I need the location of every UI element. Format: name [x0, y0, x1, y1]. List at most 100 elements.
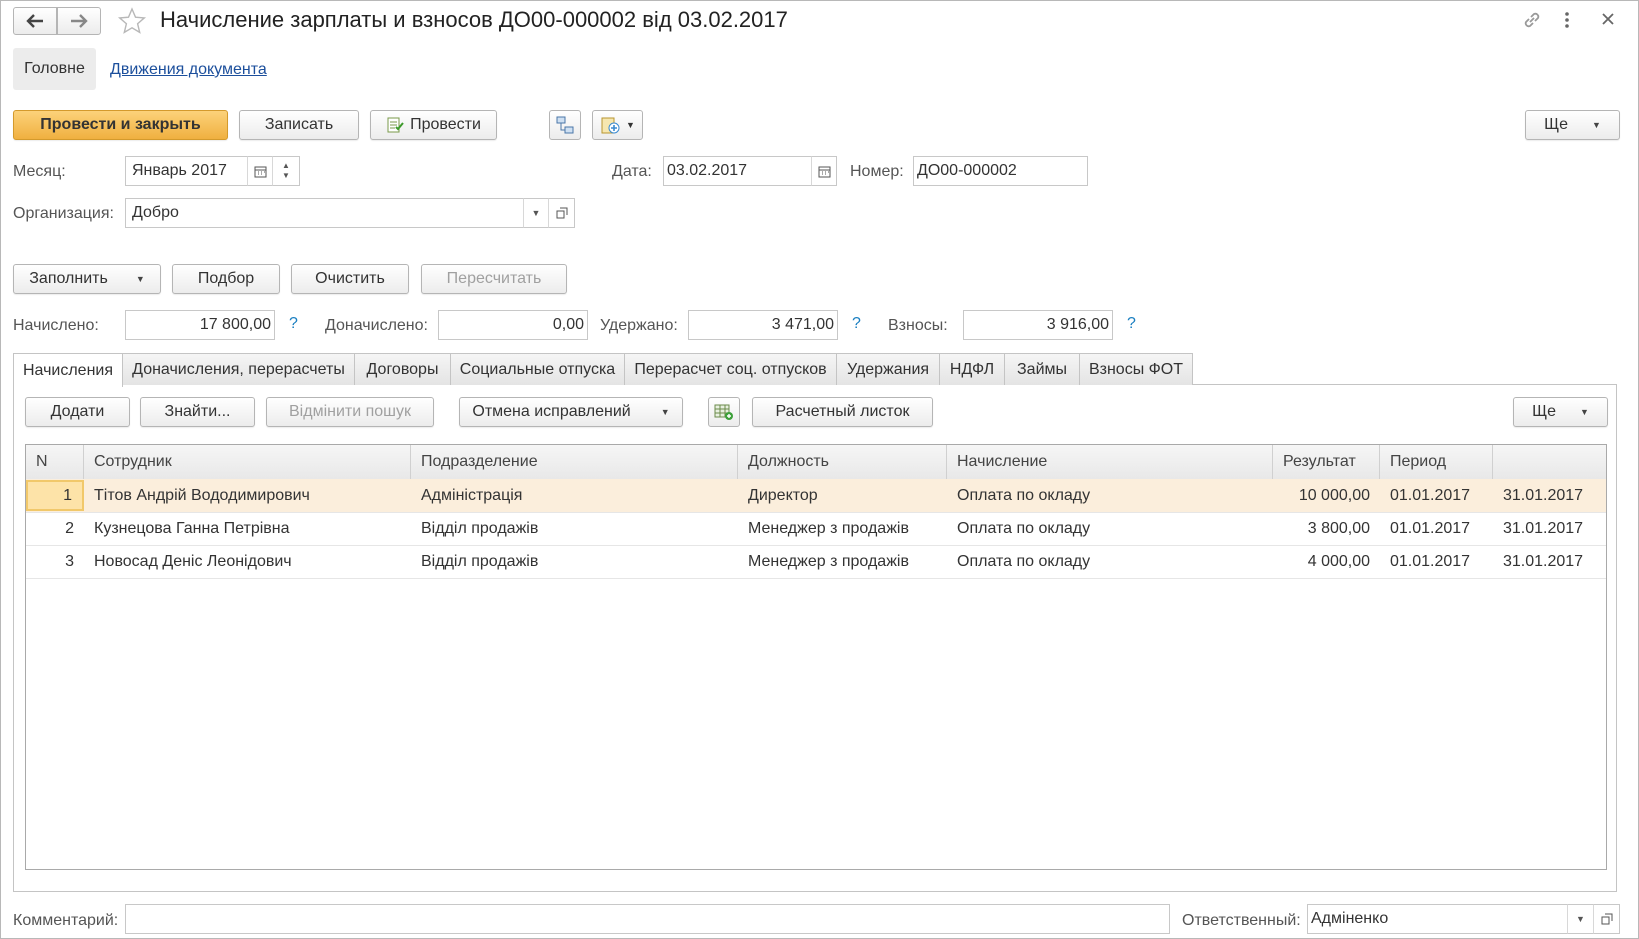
step-down-icon[interactable]: ▼	[282, 171, 290, 181]
close-icon[interactable]	[1600, 11, 1616, 32]
table-row[interactable]: 3 Новосад Деніс Леонідович Відділ продаж…	[26, 545, 1606, 579]
open-organization-icon[interactable]	[548, 198, 575, 228]
cell-employee: Кузнецова Ганна Петрівна	[94, 519, 290, 537]
tab-social-leave[interactable]: Социальные отпуска	[450, 353, 625, 385]
withheld-help-icon[interactable]: ?	[852, 315, 861, 333]
calendar-icon[interactable]	[811, 156, 837, 186]
responsible-field[interactable]: Адміненко	[1307, 904, 1568, 934]
extra-accrued-label: Доначислено:	[325, 317, 428, 334]
column-header-employee[interactable]: Сотрудник	[84, 445, 411, 479]
chevron-down-icon: ▼	[135, 274, 145, 284]
table-header: N Сотрудник Подразделение Должность Начи…	[26, 445, 1606, 480]
contributions-help-icon[interactable]: ?	[1127, 315, 1136, 333]
link-icon[interactable]	[1521, 9, 1543, 36]
dropdown-arrow-icon[interactable]: ▼	[523, 198, 549, 228]
number-field[interactable]: ДО00-000002	[913, 156, 1088, 186]
withheld-field[interactable]: 3 471,00	[688, 310, 838, 340]
structure-button[interactable]	[549, 110, 581, 140]
extra-accrued-field[interactable]: 0,00	[438, 310, 588, 340]
nav-tab-main[interactable]: Головне	[13, 48, 96, 90]
column-header-position[interactable]: Должность	[738, 445, 947, 479]
select-button[interactable]: Подбор	[172, 264, 280, 294]
column-header-n[interactable]: N	[26, 445, 84, 479]
contributions-label: Взносы:	[888, 317, 948, 334]
table-row[interactable]: 1 Тітов Андрій Вододимирович Адміністрац…	[26, 479, 1606, 513]
cell-result: 10 000,00	[1298, 486, 1370, 504]
post-button[interactable]: Провести	[370, 110, 497, 140]
accrued-help-icon[interactable]: ?	[289, 315, 298, 333]
dropdown-arrow-icon[interactable]: ▼	[1567, 904, 1594, 934]
table-row[interactable]: 2 Кузнецова Ганна Петрівна Відділ продаж…	[26, 512, 1606, 546]
table-more-label: Ще	[1532, 403, 1556, 420]
column-header-accrual[interactable]: Начисление	[947, 445, 1273, 479]
accrued-field[interactable]: 17 800,00	[125, 310, 275, 340]
cell-position: Менеджер з продажів	[748, 552, 909, 570]
table-add-icon	[714, 404, 733, 420]
open-responsible-icon[interactable]	[1593, 904, 1620, 934]
fill-button[interactable]: Заполнить ▼	[13, 264, 161, 294]
cell-employee: Тітов Андрій Вододимирович	[94, 486, 310, 504]
tab-contracts[interactable]: Договоры	[354, 353, 451, 385]
more-vertical-icon[interactable]	[1563, 9, 1571, 36]
tab-accruals[interactable]: Начисления	[13, 353, 123, 387]
clear-button[interactable]: Очистить	[291, 264, 409, 294]
contributions-field[interactable]: 3 916,00	[963, 310, 1113, 340]
cell-result: 3 800,00	[1307, 519, 1370, 537]
more-actions-button[interactable]: Ще ▼	[1525, 110, 1620, 140]
column-header-result[interactable]: Результат	[1273, 445, 1380, 479]
arrow-right-icon	[71, 14, 88, 28]
cell-result: 4 000,00	[1307, 552, 1370, 570]
cell-department: Відділ продажів	[421, 519, 539, 537]
tab-social-leave-recalc[interactable]: Перерасчет соц. отпусков	[624, 353, 837, 385]
organization-label: Организация:	[13, 205, 114, 222]
cell-period-end: 31.01.2017	[1503, 486, 1584, 504]
tab-ndfl[interactable]: НДФЛ	[939, 353, 1005, 385]
date-field[interactable]: 03.02.2017	[663, 156, 812, 186]
chevron-down-icon: ▼	[660, 407, 670, 417]
calendar-icon[interactable]	[247, 156, 273, 186]
organization-field[interactable]: Добро	[125, 198, 524, 228]
tab-deductions[interactable]: Удержания	[836, 353, 940, 385]
tab-loans[interactable]: Займы	[1004, 353, 1080, 385]
favorite-star-icon[interactable]	[117, 6, 147, 41]
create-based-on-button[interactable]: ▼	[592, 110, 643, 140]
table-more-button[interactable]: Ще ▼	[1513, 397, 1608, 427]
find-button[interactable]: Знайти...	[140, 397, 255, 427]
column-header-period[interactable]: Период	[1380, 445, 1493, 479]
month-stepper[interactable]: ▲ ▼	[272, 156, 300, 186]
comment-label: Комментарий:	[13, 912, 119, 929]
column-header-period-end[interactable]	[1493, 445, 1606, 479]
step-up-icon[interactable]: ▲	[282, 161, 290, 171]
tab-fot-contributions[interactable]: Взносы ФОТ	[1079, 353, 1193, 385]
column-header-department[interactable]: Подразделение	[411, 445, 738, 479]
date-label: Дата:	[612, 163, 652, 180]
post-and-close-button[interactable]: Провести и закрыть	[13, 110, 228, 140]
post-document-icon	[387, 117, 404, 133]
responsible-label: Ответственный:	[1182, 912, 1301, 929]
month-field[interactable]: Январь 2017	[125, 156, 248, 186]
cell-department: Відділ продажів	[421, 552, 539, 570]
cancel-fixes-button[interactable]: Отмена исправлений ▼	[459, 397, 683, 427]
tab-extra-accruals[interactable]: Доначисления, перерасчеты	[122, 353, 355, 385]
cancel-fixes-label: Отмена исправлений	[472, 403, 631, 420]
cell-period-start: 01.01.2017	[1390, 519, 1471, 537]
add-table-button[interactable]	[708, 397, 740, 427]
recalculate-button[interactable]: Пересчитать	[421, 264, 567, 294]
cancel-search-button[interactable]: Відмінити пошук	[266, 397, 434, 427]
cell-position: Директор	[748, 486, 818, 504]
cell-period-start: 01.01.2017	[1390, 486, 1471, 504]
payslip-button[interactable]: Расчетный листок	[752, 397, 933, 427]
accruals-table: N Сотрудник Подразделение Должность Начи…	[25, 444, 1607, 870]
cell-department: Адміністрація	[421, 486, 523, 504]
post-button-label: Провести	[410, 116, 481, 133]
more-actions-label: Ще	[1544, 116, 1568, 133]
comment-field[interactable]	[125, 904, 1170, 934]
create-based-icon	[601, 117, 620, 134]
nav-tab-movements[interactable]: Движения документа	[110, 61, 267, 79]
back-button[interactable]	[13, 7, 57, 35]
cell-n: 3	[65, 552, 74, 570]
forward-button[interactable]	[57, 7, 101, 35]
save-button[interactable]: Записать	[239, 110, 359, 140]
add-button[interactable]: Додати	[25, 397, 130, 427]
chevron-down-icon: ▼	[626, 120, 635, 130]
